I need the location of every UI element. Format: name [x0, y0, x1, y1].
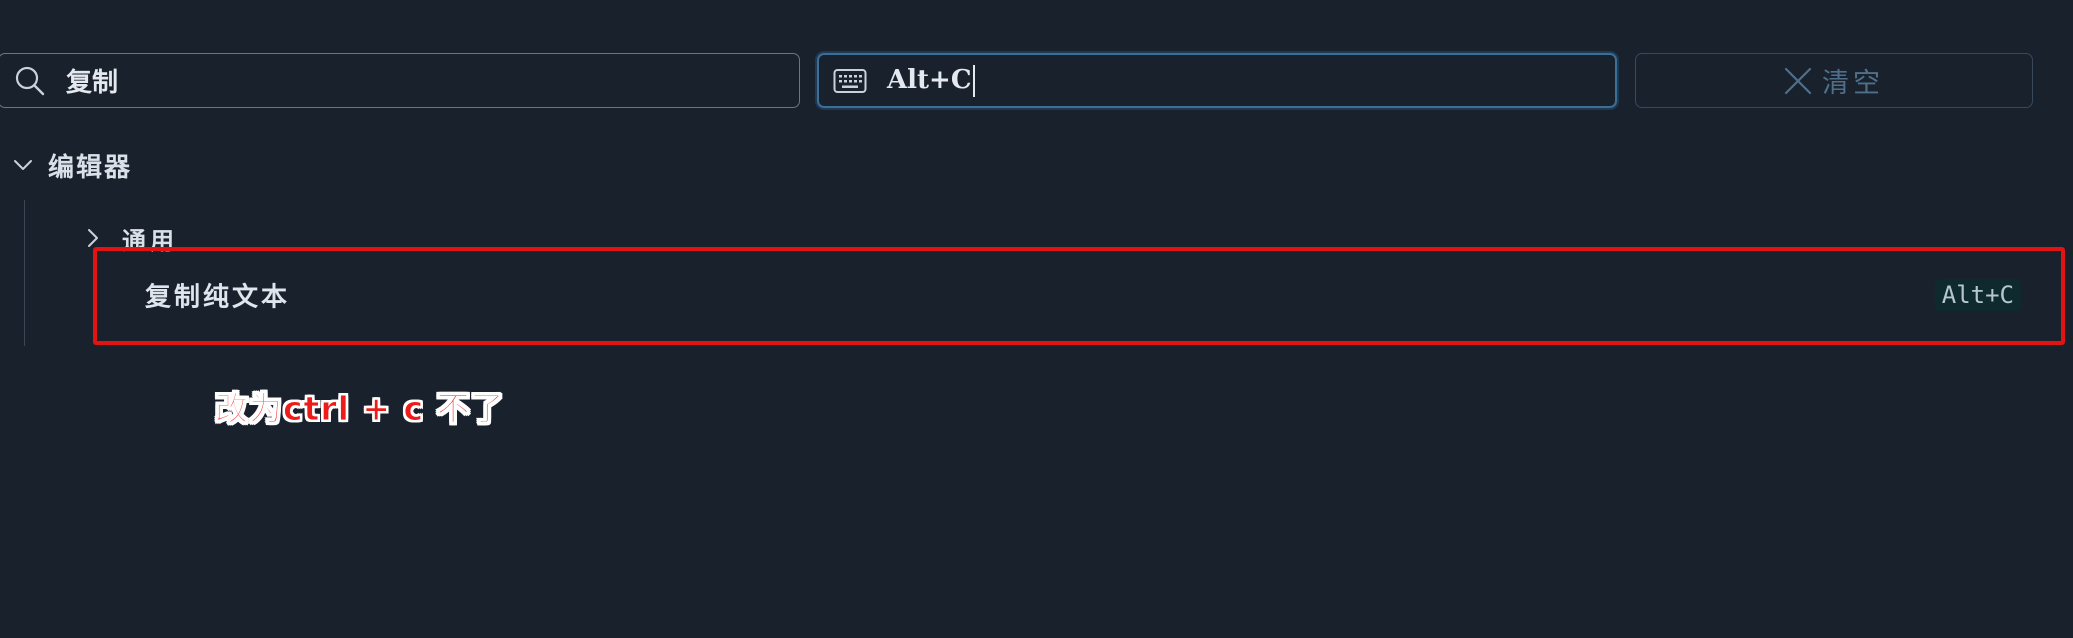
command-keybinding-badge[interactable]: Alt+C [1934, 279, 2021, 311]
search-icon [14, 65, 46, 97]
tree-group-editor-label: 编辑器 [48, 152, 133, 183]
search-input-value: 复制 [66, 68, 119, 98]
command-row-copy-plain-text[interactable]: 复制纯文本 Alt+C [93, 247, 2065, 345]
clear-button[interactable]: 清空 [1635, 53, 2033, 108]
tree-group-editor[interactable]: 编辑器 [12, 145, 132, 185]
text-caret [972, 64, 975, 97]
annotation-text: 改为ctrl + c 不了 [215, 389, 505, 429]
chevron-down-icon[interactable] [12, 154, 34, 176]
search-input[interactable]: 复制 [0, 53, 800, 108]
clear-button-label: 清空 [1822, 68, 1884, 99]
keybinding-search-text: Alt+C [887, 64, 972, 95]
tree-indent-guide [24, 200, 25, 346]
keybinding-search-value: Alt+C [887, 64, 975, 97]
close-icon [1784, 67, 1812, 95]
chevron-right-icon[interactable] [84, 227, 102, 249]
keybinding-search-input[interactable]: Alt+C [817, 53, 1617, 108]
command-label: 复制纯文本 [145, 282, 291, 313]
keyboard-icon [833, 67, 867, 95]
